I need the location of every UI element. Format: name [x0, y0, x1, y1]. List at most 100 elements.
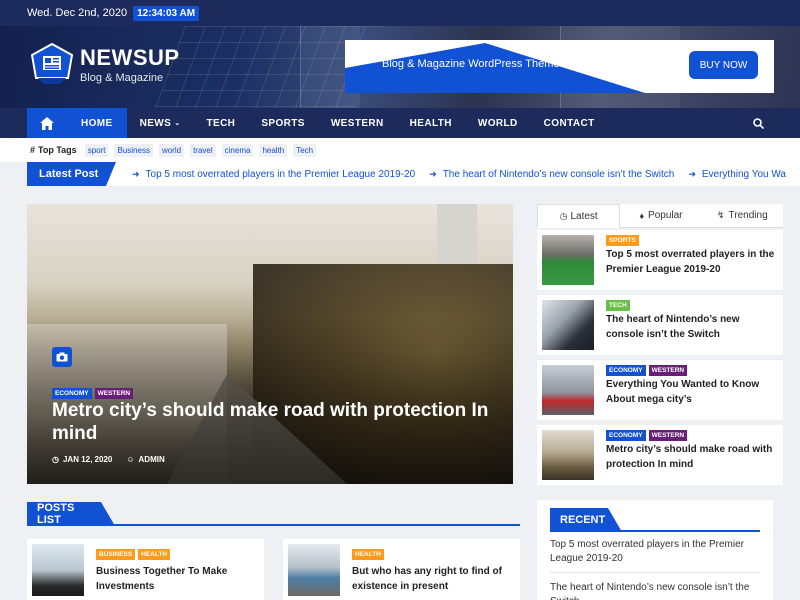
nav-item-home[interactable]: HOME — [67, 108, 127, 138]
tag-link[interactable]: health — [259, 143, 288, 157]
featured-post-meta: ◷ JAN 12, 2020 ☺ ADMIN — [52, 455, 169, 464]
clock-icon: ◷ — [52, 455, 59, 464]
buy-now-button[interactable]: BUY NOW — [689, 51, 758, 79]
post-date[interactable]: JAN 12, 2020 — [63, 455, 112, 464]
recent-post-link[interactable]: The heart of Nintendo’s new console isn’… — [550, 581, 760, 600]
nav-item-world[interactable]: WORLD — [465, 108, 531, 138]
ticker-item[interactable]: ➜ Top 5 most overrated players in the Pre… — [132, 169, 415, 180]
nav-item-health[interactable]: HEALTH — [397, 108, 465, 138]
category-badge[interactable]: SPORTS — [606, 235, 639, 246]
nav-item-label: SPORTS — [261, 117, 305, 129]
sidebar-post-title[interactable]: Metro city’s should make road with prote… — [606, 442, 778, 472]
site-logo[interactable]: NEWSUP Blog & Magazine — [30, 42, 180, 86]
camera-icon — [52, 347, 72, 367]
ticker-item-text: Top 5 most overrated players in the Prem… — [145, 168, 416, 180]
tab-popular[interactable]: ♦ Popular — [620, 204, 702, 228]
top-bar: Wed. Dec 2nd, 2020 12:34:03 AM — [0, 0, 800, 26]
post-thumbnail[interactable] — [542, 430, 594, 480]
sidebar-post-card[interactable]: ECONOMY WESTERN Metro city’s should make… — [537, 425, 783, 485]
nav-item-label: HEALTH — [409, 117, 452, 129]
nav-item-contact[interactable]: CONTACT — [531, 108, 608, 138]
tag-link[interactable]: cinema — [221, 143, 254, 157]
sidebar-post-title[interactable]: Everything You Wanted to Know About mega… — [606, 377, 778, 407]
post-thumbnail[interactable] — [32, 544, 84, 596]
top-tags-bar: # Top Tags sport Business world travel ci… — [0, 138, 800, 162]
tab-label: Latest — [570, 210, 598, 222]
header-ad-banner[interactable]: Blog & Magazine WordPress Theme BUY NOW — [345, 40, 774, 93]
clock-icon: ◷ — [559, 210, 568, 221]
category-badge[interactable]: ECONOMY — [606, 365, 646, 376]
sidebar-post-title[interactable]: Top 5 most overrated players in the Prem… — [606, 247, 778, 277]
nav-item-news[interactable]: NEWS ⌄ — [127, 108, 194, 138]
category-badge[interactable]: HEALTH — [138, 549, 171, 560]
category-badge[interactable]: TECH — [606, 300, 630, 311]
featured-post[interactable]: ECONOMY WESTERN Metro city’s should make… — [27, 204, 513, 484]
post-list-title[interactable]: But who has any right to find of existen… — [352, 564, 512, 594]
site-tagline: Blog & Magazine — [80, 71, 164, 84]
tag-link[interactable]: Tech — [293, 143, 317, 157]
chevron-down-icon: ⌄ — [174, 120, 181, 127]
post-list-card[interactable]: BUSINESS HEALTH Business Together To Mak… — [27, 539, 264, 600]
recent-heading: RECENT — [550, 508, 622, 532]
category-badge[interactable]: WESTERN — [648, 365, 688, 376]
nav-item-label: NEWS — [139, 117, 172, 129]
recent-widget: RECENT Top 5 most overrated players in t… — [537, 500, 773, 600]
current-date: Wed. Dec 2nd, 2020 — [27, 7, 128, 19]
nav-item-label: HOME — [81, 117, 113, 129]
category-badge[interactable]: ECONOMY — [606, 430, 646, 441]
post-list-title[interactable]: Business Together To Make Investments — [96, 564, 256, 594]
bolt-icon: ↯ — [716, 210, 725, 220]
latest-post-ticker: Latest Post ➜ Top 5 most overrated player… — [27, 162, 800, 186]
top-tags-label: # Top Tags — [30, 145, 77, 155]
sidebar-post-card[interactable]: ECONOMY WESTERN Everything You Wanted to… — [537, 360, 783, 420]
fire-icon: ♦ — [639, 210, 645, 221]
post-thumbnail[interactable] — [288, 544, 340, 596]
nav-item-tech[interactable]: TECH — [193, 108, 248, 138]
ad-banner-text: Blog & Magazine WordPress Theme — [382, 58, 560, 70]
recent-post-link[interactable]: Top 5 most overrated players in the Prem… — [550, 538, 760, 566]
ticker-item[interactable]: ➜ The heart of Nintendo’s new console isn… — [429, 169, 674, 180]
ticker-item[interactable]: ➜ Everything You Wa — [688, 169, 786, 180]
featured-post-title[interactable]: Metro city’s should make road with prote… — [52, 399, 492, 445]
nav-item-western[interactable]: WESTERN — [318, 108, 397, 138]
recent-header: RECENT — [550, 508, 760, 532]
tag-link[interactable]: travel — [190, 143, 216, 157]
posts-list-heading: POSTS LIST — [27, 502, 115, 526]
tag-link[interactable]: world — [158, 143, 185, 157]
tab-label: Trending — [728, 210, 768, 221]
category-badge[interactable]: BUSINESS — [96, 549, 136, 560]
divider — [550, 572, 760, 573]
ticker-item-text: The heart of Nintendo’s new console isn’… — [442, 168, 675, 180]
post-thumbnail[interactable] — [542, 365, 594, 415]
sidebar-post-card[interactable]: TECH The heart of Nintendo’s new console… — [537, 295, 783, 355]
tag-link[interactable]: Business — [114, 143, 153, 157]
post-author[interactable]: ADMIN — [139, 455, 165, 464]
hashtag-icon: # — [30, 145, 36, 155]
home-icon[interactable] — [27, 108, 67, 138]
arrow-icon: ➜ — [429, 168, 437, 179]
posts-list-header: POSTS LIST — [27, 502, 520, 526]
category-badge[interactable]: HEALTH — [352, 549, 384, 560]
tab-trending[interactable]: ↯ Trending — [701, 204, 783, 228]
tab-label: Popular — [648, 210, 683, 221]
sidebar-post-title[interactable]: The heart of Nintendo’s new console isn’… — [606, 312, 778, 342]
category-badge[interactable]: WESTERN — [648, 430, 688, 441]
nav-item-label: WORLD — [477, 117, 518, 129]
sidebar-tabs: ◷ Latest ♦ Popular ↯ Trending — [537, 204, 783, 228]
nav-item-label: WESTERN — [330, 117, 384, 129]
post-thumbnail[interactable] — [542, 300, 594, 350]
latest-post-label: Latest Post — [27, 162, 116, 186]
tab-latest[interactable]: ◷ Latest — [537, 204, 621, 228]
sidebar-post-card[interactable]: SPORTS Top 5 most overrated players in t… — [537, 230, 783, 290]
category-badge[interactable]: WESTERN — [94, 388, 134, 399]
tag-link[interactable]: sport — [84, 143, 109, 157]
user-icon: ☺ — [126, 455, 135, 464]
category-badge[interactable]: ECONOMY — [52, 388, 92, 399]
nav-item-label: CONTACT — [543, 117, 595, 129]
nav-item-sports[interactable]: SPORTS — [248, 108, 318, 138]
post-list-card[interactable]: HEALTH But who has any right to find of … — [283, 539, 520, 600]
site-header: NEWSUP Blog & Magazine Blog & Magazine W… — [0, 26, 800, 108]
arrow-icon: ➜ — [688, 168, 696, 179]
search-icon[interactable] — [743, 108, 773, 138]
post-thumbnail[interactable] — [542, 235, 594, 285]
